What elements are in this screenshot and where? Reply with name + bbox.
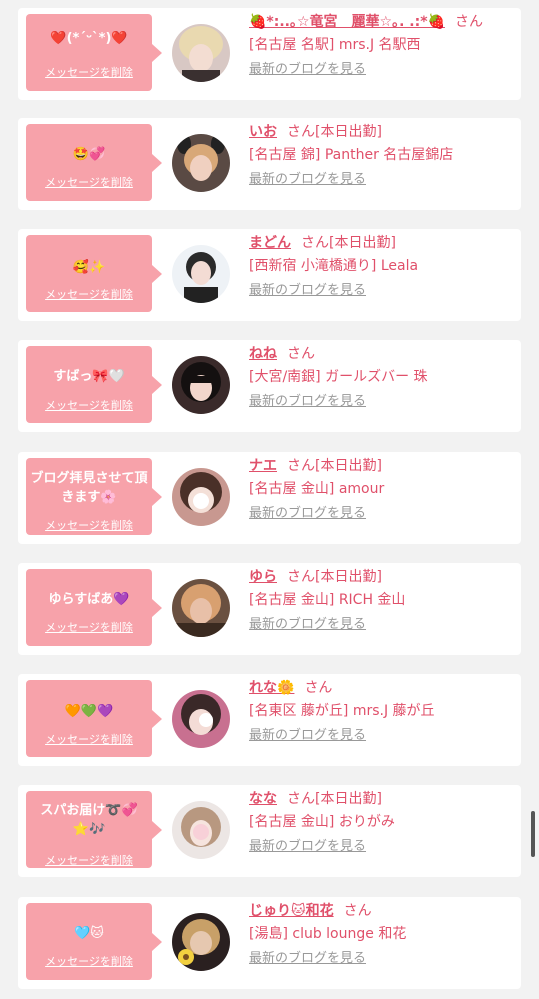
cast-name-link[interactable]: 🍓*:..｡☆竜宮 麗華☆｡. .:*🍓 bbox=[249, 14, 445, 30]
message-bubble: 🤩💞 メッセージを削除 bbox=[26, 124, 162, 201]
cast-name-link[interactable]: ゆら bbox=[249, 569, 277, 585]
list-item: 🤩💞 メッセージを削除 いお さん[本日出勤] [名古屋 錦] Panther 名… bbox=[18, 118, 521, 210]
message-bubble: ゆらすばあ💜 メッセージを削除 bbox=[26, 569, 162, 646]
avatar[interactable] bbox=[172, 579, 230, 637]
avatar[interactable] bbox=[172, 245, 230, 303]
work-status: [本日出勤] bbox=[315, 458, 382, 474]
message-bubble: スパお届け➰💞⭐🎶 メッセージを削除 bbox=[26, 791, 162, 868]
work-status: [本日出勤] bbox=[315, 569, 382, 585]
honorific: さん bbox=[287, 124, 315, 140]
latest-blog-link[interactable]: 最新のブログを見る bbox=[249, 392, 366, 412]
avatar[interactable] bbox=[172, 356, 230, 414]
message-text: ❤️(*ˊᵕˋ*)❤️ bbox=[50, 31, 128, 46]
delete-message-link[interactable]: メッセージを削除 bbox=[26, 733, 152, 747]
avatar[interactable] bbox=[172, 913, 230, 971]
list-item: スパお届け➰💞⭐🎶 メッセージを削除 なな さん[本日出勤] [名古屋 金山] お… bbox=[18, 785, 521, 877]
delete-message-link[interactable]: メッセージを削除 bbox=[26, 176, 152, 190]
honorific: さん bbox=[287, 346, 315, 362]
cast-name-link[interactable]: ねね bbox=[249, 346, 277, 362]
latest-blog-link[interactable]: 最新のブログを見る bbox=[249, 837, 366, 857]
store-info: [名東区 藤が丘] mrs.J 藤が丘 bbox=[249, 703, 435, 719]
delete-message-link[interactable]: メッセージを削除 bbox=[26, 288, 152, 302]
scrollbar[interactable] bbox=[531, 811, 535, 857]
message-bubble: ブログ拝見させて頂きます🌸 メッセージを削除 bbox=[26, 458, 162, 535]
delete-message-link[interactable]: メッセージを削除 bbox=[26, 621, 152, 635]
latest-blog-link[interactable]: 最新のブログを見る bbox=[249, 281, 366, 301]
store-info: [名古屋 金山] amour bbox=[249, 481, 385, 497]
message-bubble: ❤️(*ˊᵕˋ*)❤️ メッセージを削除 bbox=[26, 14, 162, 91]
list-item: 🧡💚💜 メッセージを削除 れな🌼 さん [名東区 藤が丘] mrs.J 藤が丘 最… bbox=[18, 674, 521, 766]
honorific: さん bbox=[454, 14, 483, 30]
message-bubble: 🧡💚💜 メッセージを削除 bbox=[26, 680, 162, 757]
list-item: 🥰✨ メッセージを削除 まどん さん[本日出勤] [西新宿 小滝橋通り] Leal… bbox=[18, 229, 521, 321]
latest-blog-link[interactable]: 最新のブログを見る bbox=[249, 615, 366, 635]
avatar[interactable] bbox=[172, 134, 230, 192]
work-status: [本日出勤] bbox=[329, 235, 396, 251]
list-item: ブログ拝見させて頂きます🌸 メッセージを削除 ナエ さん[本日出勤] [名古屋 金… bbox=[18, 452, 521, 544]
honorific: さん bbox=[301, 235, 329, 251]
store-info: [名古屋 名駅] mrs.J 名駅西 bbox=[249, 37, 421, 53]
delete-message-link[interactable]: メッセージを削除 bbox=[26, 66, 152, 80]
avatar[interactable] bbox=[172, 24, 230, 82]
work-status: [本日出勤] bbox=[315, 124, 382, 140]
cast-name-link[interactable]: なな bbox=[249, 791, 277, 807]
message-text: スパお届け➰💞⭐🎶 bbox=[40, 803, 138, 837]
cast-name-link[interactable]: いお bbox=[249, 124, 277, 140]
cast-name-link[interactable]: じゅり🐱和花 bbox=[249, 903, 334, 919]
latest-blog-link[interactable]: 最新のブログを見る bbox=[249, 60, 366, 80]
list-item: ゆらすばあ💜 メッセージを削除 ゆら さん[本日出勤] [名古屋 金山] RICH… bbox=[18, 563, 521, 655]
delete-message-link[interactable]: メッセージを削除 bbox=[26, 399, 152, 413]
delete-message-link[interactable]: メッセージを削除 bbox=[26, 854, 152, 868]
store-info: [名古屋 金山] RICH 金山 bbox=[249, 592, 406, 608]
store-info: [名古屋 錦] Panther 名古屋錦店 bbox=[249, 147, 454, 163]
list-item: ❤️(*ˊᵕˋ*)❤️ メッセージを削除 🍓*:..｡☆竜宮 麗華☆｡. .:*… bbox=[18, 8, 521, 100]
delete-message-link[interactable]: メッセージを削除 bbox=[26, 955, 152, 969]
message-text: ゆらすばあ💜 bbox=[48, 592, 130, 607]
list-item: 🩵🐱 メッセージを削除 じゅり🐱和花 さん [湯島] club lounge 和花… bbox=[18, 897, 521, 989]
delete-message-link[interactable]: メッセージを削除 bbox=[26, 519, 152, 533]
latest-blog-link[interactable]: 最新のブログを見る bbox=[249, 726, 366, 746]
honorific: さん bbox=[343, 903, 372, 919]
message-text: 🧡💚💜 bbox=[64, 704, 114, 719]
cast-name-link[interactable]: れな🌼 bbox=[249, 680, 294, 696]
message-text: 🩵🐱 bbox=[74, 926, 104, 941]
message-bubble: 🩵🐱 メッセージを削除 bbox=[26, 903, 162, 980]
list-item: すばっ🎀🤍 メッセージを削除 ねね さん [大宮/南銀] ガールズバー 珠 最新の… bbox=[18, 340, 521, 432]
store-info: [湯島] club lounge 和花 bbox=[249, 926, 407, 942]
message-text: 🥰✨ bbox=[72, 260, 106, 275]
honorific: さん bbox=[287, 569, 315, 585]
honorific: さん bbox=[304, 680, 333, 696]
store-info: [名古屋 金山] おりがみ bbox=[249, 814, 395, 830]
message-text: すばっ🎀🤍 bbox=[53, 369, 125, 384]
honorific: さん bbox=[287, 458, 315, 474]
avatar[interactable] bbox=[172, 468, 230, 526]
store-info: [西新宿 小滝橋通り] Leala bbox=[249, 258, 419, 274]
latest-blog-link[interactable]: 最新のブログを見る bbox=[249, 504, 366, 524]
work-status: [本日出勤] bbox=[315, 791, 382, 807]
cast-name-link[interactable]: まどん bbox=[249, 235, 291, 251]
avatar[interactable] bbox=[172, 690, 230, 748]
honorific: さん bbox=[287, 791, 315, 807]
avatar[interactable] bbox=[172, 801, 230, 859]
store-info: [大宮/南銀] ガールズバー 珠 bbox=[249, 369, 428, 385]
message-bubble: 🥰✨ メッセージを削除 bbox=[26, 235, 162, 312]
message-bubble: すばっ🎀🤍 メッセージを削除 bbox=[26, 346, 162, 423]
latest-blog-link[interactable]: 最新のブログを見る bbox=[249, 949, 366, 969]
message-text: 🤩💞 bbox=[72, 147, 106, 162]
message-text: ブログ拝見させて頂きます🌸 bbox=[30, 471, 148, 505]
cast-name-link[interactable]: ナエ bbox=[249, 458, 277, 474]
latest-blog-link[interactable]: 最新のブログを見る bbox=[249, 170, 366, 190]
